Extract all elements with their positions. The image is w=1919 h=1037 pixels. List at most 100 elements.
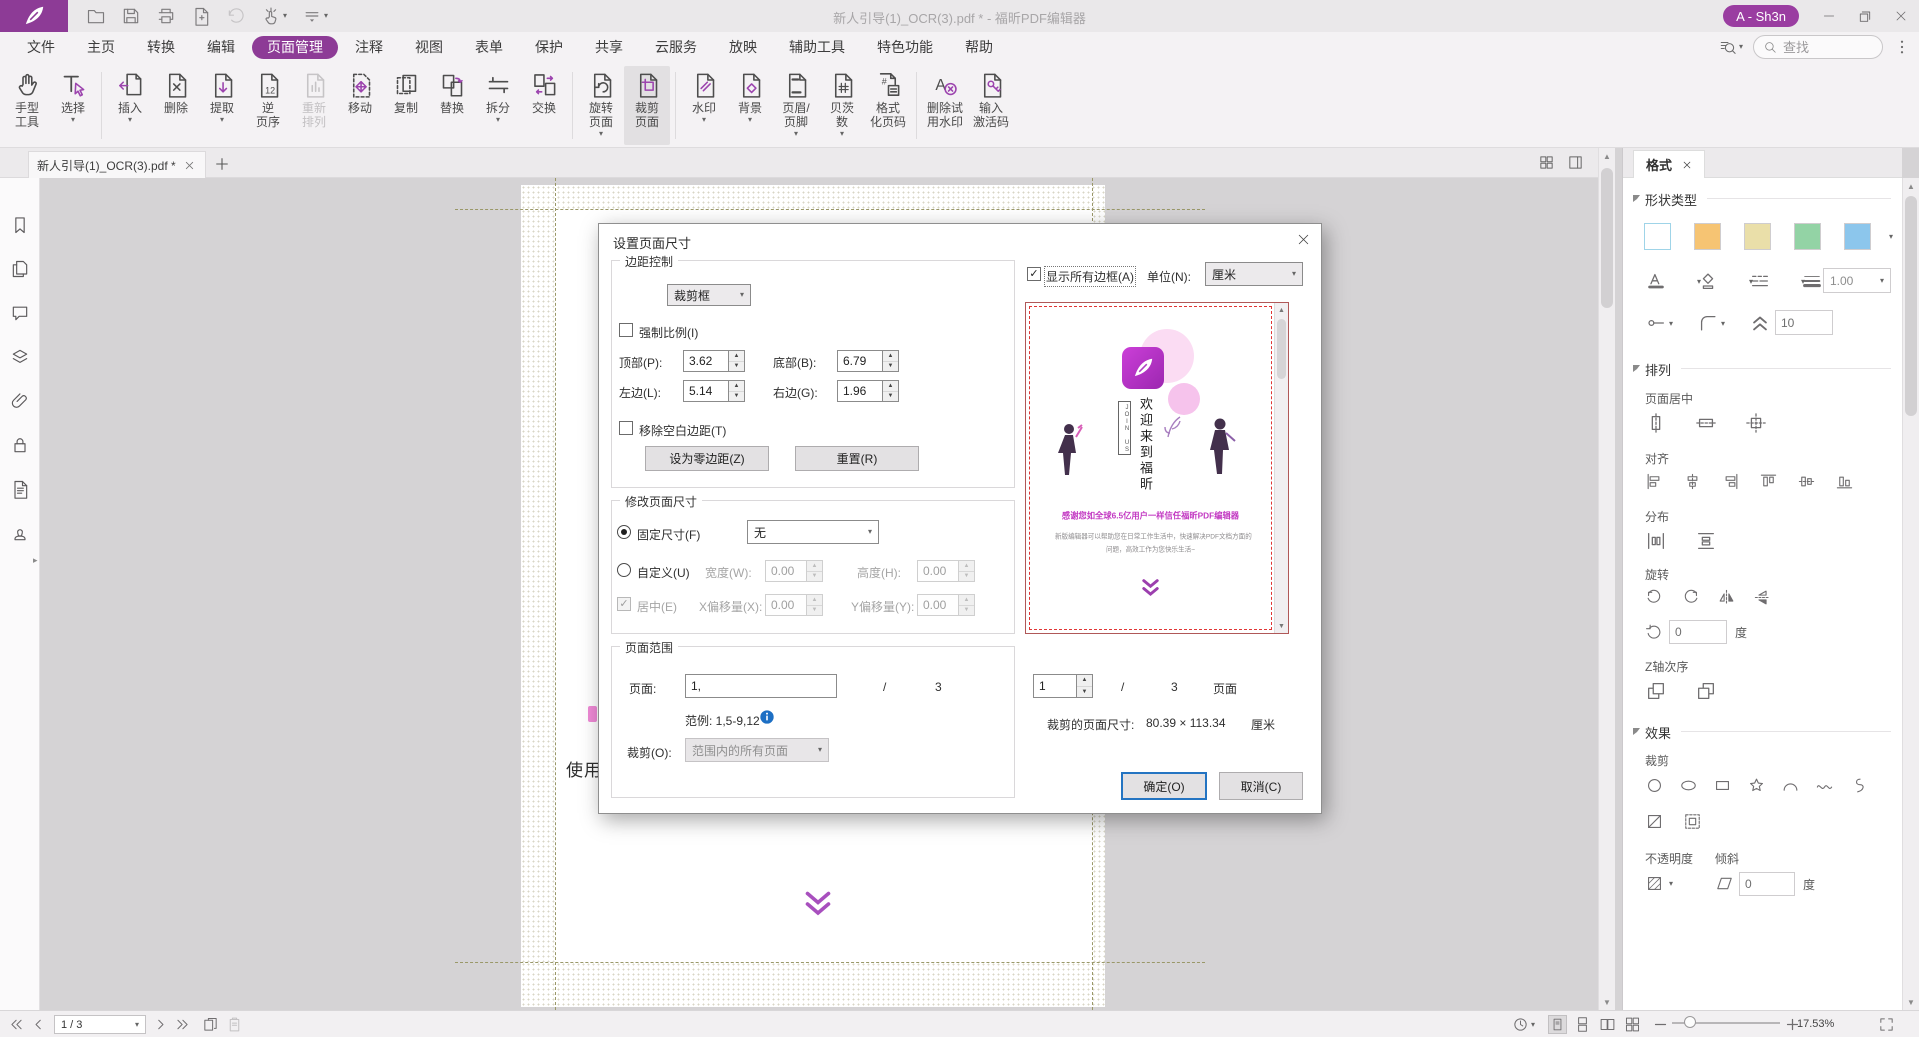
right-margin-input[interactable] (837, 380, 883, 402)
box-type-combobox[interactable]: 裁剪框▾ (667, 284, 751, 306)
rotate-angle-icon[interactable] (1645, 622, 1664, 641)
right-margin-stepper[interactable]: ▲▼ (883, 380, 899, 402)
clock-icon[interactable] (1512, 1016, 1529, 1033)
corner-radius-input[interactable] (1775, 310, 1833, 335)
remove-white-margins-checkbox[interactable] (619, 421, 633, 435)
page-number-box[interactable]: 1 / 3 ▾ (54, 1015, 146, 1034)
folder-open-button[interactable] (86, 5, 106, 27)
hand-tool-button[interactable]: 手型工具 (4, 66, 50, 145)
chevron-down-icon[interactable]: ▾ (1697, 278, 1701, 286)
sidebar-stamp-icon[interactable] (10, 523, 30, 543)
rotate-page-button[interactable]: 旋转页面▾ (578, 66, 624, 145)
shape-swatch[interactable] (1694, 223, 1721, 250)
snapshot-icon[interactable] (202, 1016, 219, 1033)
menu-item-页面管理[interactable]: 页面管理 (252, 36, 338, 59)
crop-ellipse-icon[interactable] (1679, 776, 1698, 795)
scrollbar-thumb[interactable] (1601, 168, 1613, 308)
crop-page-button[interactable]: 裁剪页面 (624, 66, 670, 145)
activation-code-button[interactable]: 输入激活码 (968, 66, 1014, 145)
distribute-horizontal-icon[interactable] (1645, 530, 1667, 552)
grid-view-icon[interactable] (1538, 154, 1555, 171)
send-backward-icon[interactable] (1695, 680, 1717, 702)
select-tool-button[interactable]: 选择▾ (50, 66, 96, 145)
menu-item-编辑[interactable]: 编辑 (192, 36, 250, 59)
align-right-icon[interactable] (1721, 472, 1740, 491)
left-margin-stepper[interactable]: ▲▼ (729, 380, 745, 402)
minimize-button[interactable] (1811, 0, 1847, 32)
scroll-up-icon[interactable]: ▲ (1599, 148, 1615, 164)
font-color-icon[interactable] (1645, 270, 1667, 292)
info-icon[interactable] (759, 709, 775, 725)
pages-input[interactable] (685, 674, 837, 698)
menu-item-转换[interactable]: 转换 (132, 36, 190, 59)
new-tab-button[interactable] (214, 156, 230, 172)
center-horizontal-icon[interactable] (1645, 412, 1667, 434)
scroll-down-icon[interactable]: ▼ (1275, 619, 1288, 633)
reset-button[interactable]: 重置(R) (795, 446, 919, 471)
chevron-down-icon[interactable]: ▾ (1721, 320, 1725, 328)
close-button[interactable] (1883, 0, 1919, 32)
sidebar-bookmark-icon[interactable] (10, 215, 30, 235)
bottom-margin-input[interactable] (837, 350, 883, 372)
rotate-angle-input[interactable] (1669, 620, 1727, 644)
fit-screen-icon[interactable] (1878, 1016, 1895, 1033)
next-page-icon[interactable] (152, 1016, 169, 1033)
menu-item-注释[interactable]: 注释 (340, 36, 398, 59)
line-width-combobox[interactable]: 1.00▾ (1823, 268, 1891, 293)
menu-item-放映[interactable]: 放映 (714, 36, 772, 59)
sidebar-attachment-icon[interactable] (10, 391, 30, 411)
corner-round-icon[interactable] (1697, 312, 1719, 334)
zero-margins-button[interactable]: 设为零边距(Z) (645, 446, 769, 471)
chevron-down-icon[interactable]: ▾ (1669, 320, 1673, 328)
align-center-horizontal-icon[interactable] (1683, 472, 1702, 491)
restore-button[interactable] (1847, 0, 1883, 32)
menu-item-云服务[interactable]: 云服务 (640, 36, 712, 59)
hand-click-button[interactable]: ▾ (261, 5, 287, 27)
scrollbar-thumb[interactable] (1905, 196, 1917, 416)
sidebar-layers-icon[interactable] (10, 347, 30, 367)
insert-page-button[interactable]: 插入▾ (107, 66, 153, 145)
facing-continuous-icon[interactable] (1623, 1015, 1642, 1034)
chevrons-up-icon[interactable] (1749, 312, 1771, 334)
crop-arc-icon[interactable] (1781, 776, 1800, 795)
watermark-button[interactable]: 水印▾ (681, 66, 727, 145)
move-page-button[interactable]: 移动 (337, 66, 383, 145)
document-scrollbar[interactable]: ▲ ▼ (1598, 148, 1615, 1010)
crop-squiggle-icon[interactable] (1849, 776, 1868, 795)
header-footer-button[interactable]: 页眉/页脚▾ (773, 66, 819, 145)
format-tab[interactable]: 格式 (1633, 150, 1705, 178)
unit-combobox[interactable]: 厘米▾ (1205, 262, 1303, 286)
shape-swatch[interactable] (1644, 223, 1671, 250)
delete-page-button[interactable]: 删除 (153, 66, 199, 145)
document-tab[interactable]: 新人引导(1)_OCR(3).pdf * (28, 151, 206, 178)
search-box[interactable] (1753, 35, 1883, 59)
preview-page-input[interactable] (1033, 674, 1077, 698)
account-avatar[interactable]: A - Sh3n (1723, 5, 1799, 27)
chevron-down-icon[interactable]: ▾ (1531, 1021, 1535, 1029)
menu-item-共享[interactable]: 共享 (580, 36, 638, 59)
first-page-icon[interactable] (8, 1016, 25, 1033)
distribute-vertical-icon[interactable] (1695, 530, 1717, 552)
top-margin-stepper[interactable]: ▲▼ (729, 350, 745, 372)
flip-horizontal-icon[interactable] (1717, 588, 1736, 607)
fixed-size-combobox[interactable]: 无▾ (747, 520, 879, 544)
prev-page-icon[interactable] (30, 1016, 47, 1033)
single-page-icon[interactable] (1548, 1015, 1567, 1034)
copy-page-button[interactable]: 复制 (383, 66, 429, 145)
show-all-boxes-checkbox[interactable] (1027, 267, 1041, 281)
chevron-down-icon[interactable]: ▾ (1669, 880, 1673, 888)
align-middle-icon[interactable] (1797, 472, 1816, 491)
rotate-left-icon[interactable] (1645, 588, 1664, 607)
constrain-proportions-checkbox[interactable] (619, 323, 633, 337)
shape-swatch[interactable] (1744, 223, 1771, 250)
tab-close-icon[interactable] (184, 160, 195, 171)
save-button[interactable] (121, 5, 141, 27)
menu-item-文件[interactable]: 文件 (12, 36, 70, 59)
background-button[interactable]: 背景▾ (727, 66, 773, 145)
align-top-icon[interactable] (1759, 472, 1778, 491)
bottom-margin-stepper[interactable]: ▲▼ (883, 350, 899, 372)
crop-circle-icon[interactable] (1645, 776, 1664, 795)
chevron-down-icon[interactable]: ▾ (1801, 278, 1805, 286)
custom-size-radio[interactable] (617, 563, 631, 577)
plus-zoom-icon[interactable] (1784, 1016, 1801, 1033)
